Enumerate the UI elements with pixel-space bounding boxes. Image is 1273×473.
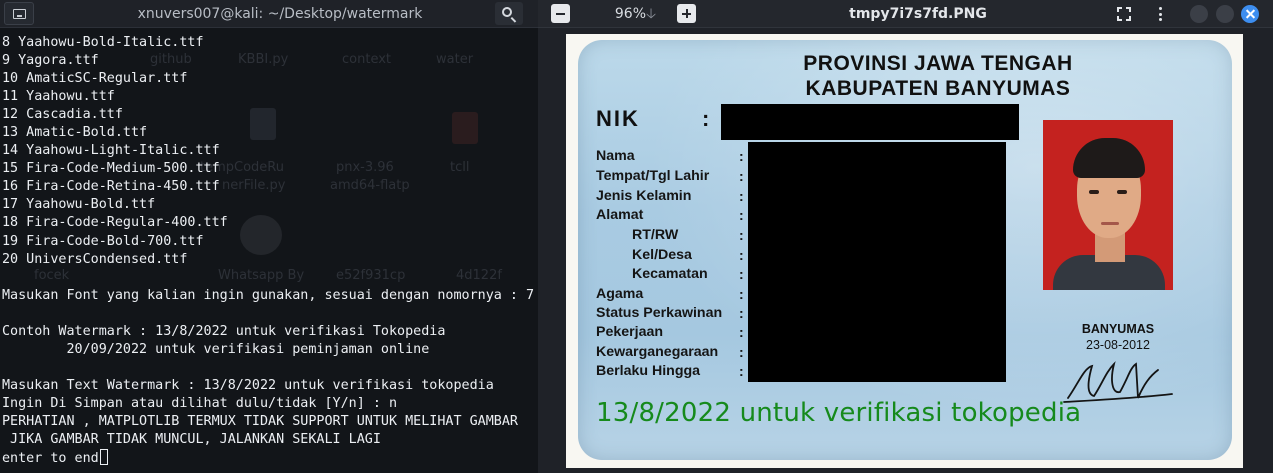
field-colon: :	[739, 305, 744, 321]
card-header-province: PROVINSI JAWA TENGAH	[803, 52, 1073, 75]
watermark-text: 13/8/2022 untuk verifikasi tokopedia	[596, 398, 1082, 428]
terminal-line: ​	[2, 269, 538, 287]
field-colon: :	[739, 247, 744, 263]
field-label: Alamat	[596, 207, 644, 223]
card-header-regency: KABUPATEN BANYUMAS	[805, 77, 1071, 100]
zoom-in-button[interactable]	[677, 4, 696, 23]
terminal-line: 19 Fira-Code-Bold-700.ttf	[2, 233, 204, 249]
field-label: Tempat/Tgl Lahir	[596, 168, 710, 184]
field-label: Agama	[596, 286, 644, 302]
terminal-titlebar[interactable]: xnuvers007@kali: ~/Desktop/watermark	[0, 0, 538, 28]
field-colon: :	[739, 363, 744, 379]
terminal-line: 15 Fira-Code-Medium-500.ttf	[2, 161, 220, 177]
field-label: Kewarganegaraan	[596, 344, 719, 360]
terminal-window[interactable]: github KBBI.py context water tempCodeRu …	[0, 0, 538, 473]
portrait-photo	[1043, 120, 1173, 290]
terminal-line: 9 Yagora.ttf	[2, 53, 99, 69]
field-colon: :	[739, 344, 744, 360]
field-colon: :	[739, 148, 744, 164]
nik-redaction	[721, 104, 1019, 140]
kebab-menu-icon[interactable]	[1149, 3, 1171, 25]
terminal-line: 14 Yaahowu-Light-Italic.ttf	[2, 143, 220, 159]
nik-colon: :	[702, 106, 710, 131]
field-colon: :	[739, 207, 744, 223]
field-colon: :	[739, 266, 744, 282]
prompt-text: enter to end	[2, 451, 99, 467]
field-colon: :	[739, 168, 744, 184]
terminal-line: Masukan Font yang kalian ingin gunakan, …	[2, 287, 535, 303]
field-colon: :	[739, 188, 744, 204]
field-colon: :	[739, 227, 744, 243]
image-viewer-window[interactable]: 96% 🡣 tmpy7i7s7fd.PNG PROVINSI JAWA TENG…	[538, 0, 1273, 473]
field-label: Kel/Desa	[632, 247, 692, 263]
nik-label: NIK	[596, 106, 640, 131]
personal-data-redaction	[748, 142, 1006, 382]
terminal-line: 17 Yaahowu-Bold.ttf	[2, 197, 156, 213]
terminal-line: 20/09/2022 untuk verifikasi peminjaman o…	[2, 341, 430, 357]
arrow-down-icon[interactable]: 🡣	[646, 0, 656, 28]
zoom-out-button[interactable]	[551, 4, 570, 23]
field-colon: :	[739, 324, 744, 340]
field-label: Pekerjaan	[596, 324, 664, 340]
terminal-output[interactable]: 8 Yaahowu-Bold-Italic.ttf 9 Yagora.ttf 10 …	[2, 34, 538, 468]
terminal-line: 10 AmaticSC-Regular.ttf	[2, 71, 188, 87]
displayed-image: PROVINSI JAWA TENGAH KABUPATEN BANYUMAS …	[566, 34, 1243, 468]
field-label: Jenis Kelamin	[596, 188, 692, 204]
field-label: Berlaku Hingga	[596, 363, 701, 379]
terminal-prompt[interactable]: enter to end	[2, 449, 538, 468]
terminal-line: 11 Yaahowu.ttf	[2, 89, 115, 105]
terminal-line: Ingin Di Simpan atau dilihat dulu/tidak …	[2, 395, 398, 411]
terminal-line: 18 Fira-Code-Regular-400.ttf	[2, 215, 228, 231]
field-label: RT/RW	[632, 227, 679, 243]
terminal-line: PERHATIAN , MATPLOTLIB TERMUX TIDAK SUPP…	[2, 413, 518, 429]
terminal-icon[interactable]	[4, 2, 34, 25]
terminal-line: 16 Fira-Code-Retina-450.ttf	[2, 179, 220, 195]
terminal-line: 8 Yaahowu-Bold-Italic.ttf	[2, 35, 204, 50]
id-card: PROVINSI JAWA TENGAH KABUPATEN BANYUMAS …	[578, 40, 1232, 460]
search-icon[interactable]	[495, 2, 523, 25]
terminal-line: Contoh Watermark : 13/8/2022 untuk verif…	[2, 323, 446, 339]
terminal-line: Masukan Text Watermark : 13/8/2022 untuk…	[2, 377, 494, 393]
issue-city: BANYUMAS	[1081, 322, 1155, 336]
terminal-line: JIKA GAMBAR TIDAK MUNCUL, JALANKAN SEKAL…	[2, 432, 381, 448]
viewer-title: tmpy7i7s7fd.PNG	[849, 6, 987, 22]
viewer-titlebar[interactable]: 96% 🡣 tmpy7i7s7fd.PNG	[538, 0, 1273, 28]
fullscreen-button[interactable]	[1113, 3, 1135, 25]
terminal-line: 13 Amatic-Bold.ttf	[2, 125, 148, 141]
text-cursor	[99, 449, 108, 466]
terminal-line: 20 UniversCondensed.ttf	[2, 251, 188, 267]
issue-date: 23-08-2012	[1086, 338, 1150, 352]
close-button[interactable]	[1241, 5, 1259, 23]
field-label: Nama	[596, 148, 635, 164]
field-label: Status Perkawinan	[596, 305, 723, 321]
terminal-line: ​	[2, 305, 538, 323]
terminal-title: xnuvers007@kali: ~/Desktop/watermark	[137, 6, 423, 22]
terminal-line: 12 Cascadia.ttf	[2, 107, 123, 123]
field-colon: :	[739, 286, 744, 302]
maximize-button[interactable]	[1216, 5, 1234, 23]
field-label: Kecamatan	[632, 266, 708, 282]
terminal-line: ​	[2, 359, 538, 377]
minimize-button[interactable]	[1190, 5, 1208, 23]
